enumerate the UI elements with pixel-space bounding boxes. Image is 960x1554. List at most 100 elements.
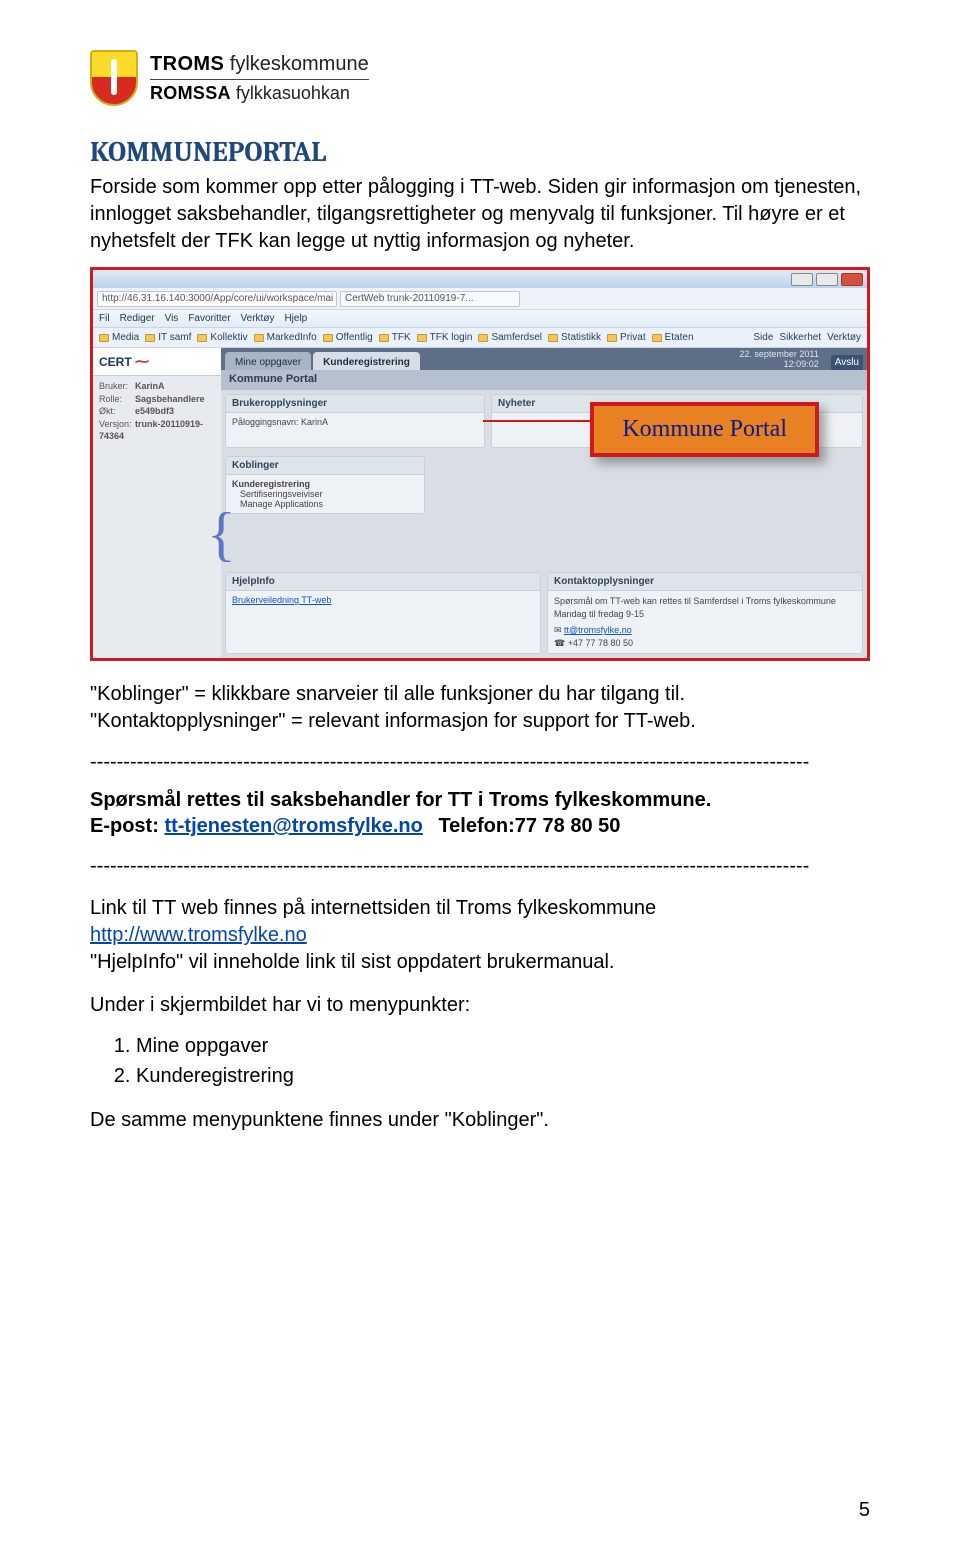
- folder-icon: [607, 334, 617, 342]
- bookmarks-bar: Media IT samf Kollektiv MarkedInfo Offen…: [93, 328, 867, 348]
- support-email-label: E-post:: [90, 815, 164, 837]
- koblinger-item[interactable]: Sertifiseringsveiviser: [240, 489, 418, 499]
- panel-kontaktopplysninger: Kontaktopplysninger Spørsmål om TT-web k…: [547, 572, 863, 654]
- logo-line1-bold: TROMS: [150, 53, 224, 75]
- window-maximize-button[interactable]: [816, 273, 838, 286]
- logo-line2-bold: ROMSSA: [150, 83, 231, 103]
- tab-kunderegistrering[interactable]: Kunderegistrering: [313, 352, 420, 370]
- menu-intro: Under i skjermbildet har vi to menypunkt…: [90, 992, 870, 1019]
- bookmark[interactable]: Offentlig: [336, 332, 373, 343]
- avslutt-link[interactable]: Avslu: [831, 355, 863, 370]
- folder-icon: [99, 334, 109, 342]
- desc-koblinger: "Koblinger" = klikkbare snarveier til al…: [90, 681, 870, 708]
- portal-header: Kommune Portal: [221, 370, 867, 390]
- brukeropp-content: Påloggingsnavn: KarinA: [226, 413, 484, 447]
- time: 12:09:02: [739, 360, 818, 370]
- folder-icon: [478, 334, 488, 342]
- folder-icon: [417, 334, 427, 342]
- panel-hjelpinfo: HjelpInfo Brukerveiledning TT-web: [225, 572, 541, 654]
- screenshot-frame: http://46.31.16.140:3000/App/core/ui/wor…: [90, 267, 870, 661]
- org-logo-header: TROMS fylkeskommune ROMSSA fylkkasuohkan: [90, 50, 870, 106]
- logo-line1-rest: fylkeskommune: [224, 53, 369, 75]
- bookmark[interactable]: TFK: [392, 332, 411, 343]
- hjelpinfo-note: "HjelpInfo" vil inneholde link til sist …: [90, 949, 870, 976]
- bookmark[interactable]: Samferdsel: [491, 332, 542, 343]
- folder-icon: [323, 334, 333, 342]
- ttweb-url[interactable]: http://www.tromsfylke.no: [90, 924, 307, 946]
- okt-label: Økt:: [99, 405, 135, 418]
- panel-koblinger: Koblinger Kunderegistrering Sertifiserin…: [225, 456, 425, 514]
- user-label: Bruker:: [99, 380, 135, 393]
- bookmark[interactable]: Verktøy: [827, 332, 861, 343]
- hjelp-link[interactable]: Brukerveiledning TT-web: [232, 595, 331, 605]
- list-item: Mine oppgaver: [136, 1031, 870, 1061]
- panel-brukeropplysninger: Brukeropplysninger Påloggingsnavn: Karin…: [225, 394, 485, 448]
- address-bar: http://46.31.16.140:3000/App/core/ui/wor…: [93, 288, 867, 310]
- menu-item[interactable]: Rediger: [120, 313, 155, 324]
- window-titlebar: [93, 270, 867, 288]
- koblinger-item[interactable]: Manage Applications: [240, 499, 418, 509]
- kontakt-text: Spørsmål om TT-web kan rettes til Samfer…: [554, 595, 856, 608]
- desc-kontakt: "Kontaktopplysninger" = relevant informa…: [90, 708, 870, 735]
- role-label: Rolle:: [99, 393, 135, 406]
- browser-tab[interactable]: CertWeb trunk-20110919-7...: [340, 291, 520, 307]
- bookmark[interactable]: Privat: [620, 332, 646, 343]
- koblinger-subheader: Kunderegistrering: [232, 479, 418, 489]
- ver-label: Versjon:: [99, 418, 135, 431]
- logo-line2-rest: fylkkasuohkan: [231, 83, 350, 103]
- folder-icon: [197, 334, 207, 342]
- kontakt-hours: Mandag til fredag 9-15: [554, 608, 856, 621]
- okt-value: e549bdf3: [135, 406, 174, 416]
- koblinger-note: De samme menypunktene finnes under "Kobl…: [90, 1107, 870, 1134]
- support-phone-label: Telefon:: [438, 815, 514, 837]
- folder-icon: [145, 334, 155, 342]
- brace-annotation-icon: {: [207, 504, 223, 564]
- tab-mine-oppgaver[interactable]: Mine oppgaver: [225, 352, 311, 370]
- bookmark[interactable]: Sikkerhet: [779, 332, 821, 343]
- intro-paragraph: Forside som kommer opp etter pålogging i…: [90, 174, 870, 255]
- window-minimize-button[interactable]: [791, 273, 813, 286]
- embedded-app-window: http://46.31.16.140:3000/App/core/ui/wor…: [93, 270, 867, 658]
- bookmark[interactable]: Kollektiv: [210, 332, 247, 343]
- address-url[interactable]: http://46.31.16.140:3000/App/core/ui/wor…: [97, 291, 337, 307]
- folder-icon: [254, 334, 264, 342]
- user-value: KarinA: [135, 381, 165, 391]
- callout-kommune-portal: Kommune Portal: [590, 402, 819, 457]
- list-item: Kunderegistrering: [136, 1061, 870, 1091]
- menu-item[interactable]: Verktøy: [241, 313, 275, 324]
- bookmark[interactable]: IT samf: [158, 332, 191, 343]
- support-email-link[interactable]: tt-tjenesten@tromsfylke.no: [164, 815, 422, 837]
- kontakt-email[interactable]: tt@tromsfylke.no: [564, 625, 632, 635]
- browser-menubar: Fil Rediger Vis Favoritter Verktøy Hjelp: [93, 310, 867, 328]
- menu-list: Mine oppgaver Kunderegistrering: [136, 1031, 870, 1091]
- app-main-area: Mine oppgaver Kunderegistrering 22. sept…: [221, 348, 867, 658]
- window-close-button[interactable]: [841, 273, 863, 286]
- ttweb-link-intro: Link til TT web finnes på internettsiden…: [90, 895, 870, 922]
- divider-dashes: ----------------------------------------…: [90, 853, 870, 879]
- menu-item[interactable]: Hjelp: [284, 313, 307, 324]
- folder-icon: [548, 334, 558, 342]
- role-value: Sagsbehandlere: [135, 394, 205, 404]
- bottom-text-block: Link til TT web finnes på internettsiden…: [90, 895, 870, 976]
- bookmark[interactable]: TFK login: [430, 332, 473, 343]
- bookmark[interactable]: Side: [753, 332, 773, 343]
- menu-item[interactable]: Favoritter: [188, 313, 230, 324]
- folder-icon: [652, 334, 662, 342]
- kontakt-phone: +47 77 78 80 50: [568, 638, 633, 648]
- page-number: 5: [859, 1499, 870, 1522]
- bookmark[interactable]: MarkedInfo: [267, 332, 317, 343]
- folder-icon: [379, 334, 389, 342]
- divider-dashes: ----------------------------------------…: [90, 749, 870, 775]
- bookmark[interactable]: Etaten: [665, 332, 694, 343]
- bookmark[interactable]: Media: [112, 332, 139, 343]
- cert-sidebar: CERT ⁓ Bruker:KarinA Rolle:Sagsbehandler…: [93, 348, 221, 658]
- support-phone-value: 77 78 80 50: [515, 815, 621, 837]
- support-line1: Spørsmål rettes til saksbehandler for TT…: [90, 789, 711, 811]
- org-name-block: TROMS fylkeskommune ROMSSA fylkkasuohkan: [150, 53, 369, 104]
- bookmark[interactable]: Statistikk: [561, 332, 601, 343]
- page-title: KOMMUNEPORTAL: [90, 136, 870, 168]
- shield-icon: [90, 50, 138, 106]
- menu-item[interactable]: Fil: [99, 313, 110, 324]
- menu-item[interactable]: Vis: [165, 313, 179, 324]
- cert-logo: CERT ⁓: [93, 348, 221, 376]
